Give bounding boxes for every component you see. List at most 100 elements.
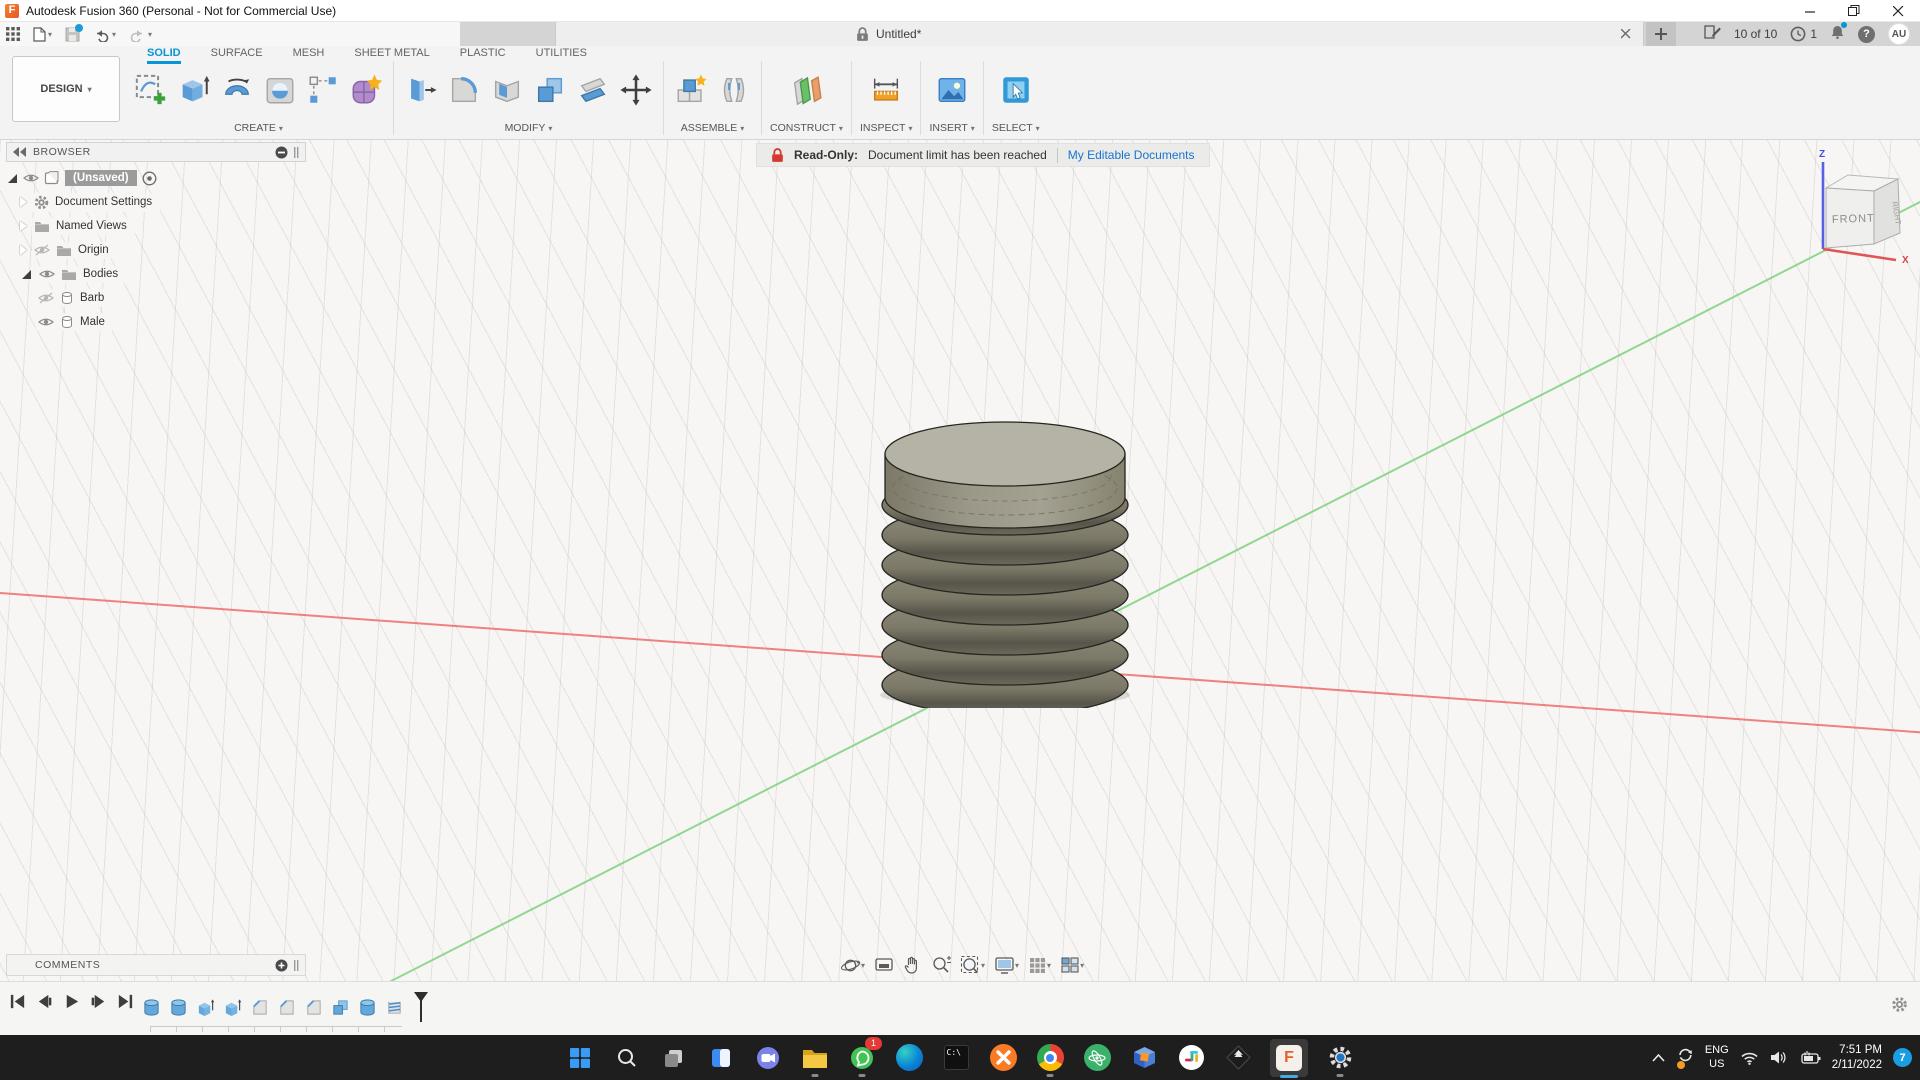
activate-radio-icon[interactable]: [142, 171, 157, 186]
construction-plane-icon[interactable]: [787, 71, 825, 109]
insert-group-label[interactable]: INSERT: [929, 122, 974, 134]
job-status[interactable]: 1: [1790, 26, 1817, 42]
disclosure-expanded-icon[interactable]: [20, 268, 32, 280]
edge-icon[interactable]: [894, 1038, 924, 1078]
editable-docs-icon[interactable]: [1704, 24, 1721, 45]
feature-chamfer-icon[interactable]: [304, 998, 323, 1017]
workspace-selector[interactable]: DESIGN: [12, 56, 120, 122]
xampp-icon[interactable]: [988, 1038, 1018, 1078]
app-launcher-grid-icon[interactable]: [6, 27, 20, 41]
feature-chamfer-icon[interactable]: [250, 998, 269, 1017]
comments-panel[interactable]: COMMENTS: [6, 954, 306, 976]
disclosure-collapsed-icon[interactable]: [20, 245, 27, 255]
timeline-position-marker[interactable]: [414, 992, 428, 1022]
inkscape-icon[interactable]: [1223, 1038, 1253, 1078]
file-menu-icon[interactable]: [33, 26, 52, 42]
fillet-icon[interactable]: [445, 71, 483, 109]
battery-icon[interactable]: [1799, 1050, 1821, 1065]
browser-item-document-settings[interactable]: Document Settings: [20, 190, 306, 214]
view-cube[interactable]: Z X FRONT RIGHT: [1806, 146, 1914, 266]
new-component-icon[interactable]: [672, 71, 710, 109]
revolve-icon[interactable]: [218, 71, 256, 109]
visibility-eye-icon[interactable]: [23, 172, 39, 184]
undo-icon[interactable]: [93, 27, 116, 42]
teams-chat-icon[interactable]: [753, 1038, 783, 1078]
collapse-panel-icon[interactable]: [13, 147, 27, 157]
panel-minus-icon[interactable]: [275, 146, 288, 159]
redo-icon[interactable]: [129, 27, 152, 42]
pan-icon[interactable]: [903, 955, 922, 975]
assemble-group-label[interactable]: ASSEMBLE: [681, 122, 745, 134]
panel-drag-handle[interactable]: [294, 146, 299, 158]
fit-icon[interactable]: [960, 955, 985, 975]
grid-snap-icon[interactable]: [1028, 956, 1051, 975]
step-forward-icon[interactable]: [89, 992, 108, 1011]
feature-combine-icon[interactable]: [331, 998, 350, 1017]
browser-item-root[interactable]: (Unsaved): [6, 166, 306, 190]
volume-icon[interactable]: [1770, 1050, 1788, 1065]
step-back-icon[interactable]: [35, 992, 54, 1011]
shell-icon[interactable]: [488, 71, 526, 109]
save-icon[interactable]: [65, 23, 84, 42]
fusion360-taskbar-icon[interactable]: F: [1270, 1038, 1308, 1078]
start-button[interactable]: [565, 1038, 595, 1078]
model-male-body[interactable]: [878, 408, 1132, 708]
wifi-icon[interactable]: [1740, 1051, 1759, 1065]
create-form-icon[interactable]: [347, 71, 385, 109]
pattern-icon[interactable]: [304, 71, 342, 109]
editable-documents-link[interactable]: My Editable Documents: [1068, 148, 1195, 162]
taskbar-clock[interactable]: 7:51 PM 2/11/2022: [1832, 1043, 1882, 1073]
settings-icon[interactable]: [1325, 1038, 1355, 1078]
modify-group-label[interactable]: MODIFY: [505, 122, 553, 134]
disclosure-collapsed-icon[interactable]: [20, 221, 27, 231]
measure-icon[interactable]: [867, 71, 905, 109]
tab-close-icon[interactable]: [1617, 25, 1635, 43]
visibility-eye-icon[interactable]: [38, 316, 54, 328]
display-settings-icon[interactable]: [994, 956, 1019, 975]
widgets-icon[interactable]: [706, 1038, 736, 1078]
whatsapp-icon[interactable]: 1: [847, 1036, 882, 1078]
panel-drag-handle[interactable]: [294, 959, 299, 971]
new-tab-icon[interactable]: [1646, 22, 1676, 46]
file-explorer-icon[interactable]: [800, 1038, 830, 1078]
feature-thread-icon[interactable]: [385, 998, 404, 1017]
document-tab[interactable]: Untitled*: [555, 22, 1644, 46]
browser-item-bodies[interactable]: Bodies: [20, 262, 306, 286]
task-view-icon[interactable]: [659, 1038, 689, 1078]
sync-icon[interactable]: [1676, 1046, 1694, 1069]
browser-item-origin[interactable]: Origin: [20, 238, 306, 262]
orbit-icon[interactable]: [840, 955, 865, 976]
close-icon[interactable]: [1876, 0, 1920, 22]
press-pull-icon[interactable]: [402, 71, 440, 109]
extrude-icon[interactable]: [175, 71, 213, 109]
zoom-icon[interactable]: [931, 955, 952, 975]
browser-item-named-views[interactable]: Named Views: [20, 214, 306, 238]
look-at-icon[interactable]: [874, 956, 894, 974]
language-indicator[interactable]: ENG US: [1705, 1044, 1729, 1072]
minimize-icon[interactable]: [1788, 0, 1832, 22]
hole-icon[interactable]: [261, 71, 299, 109]
viewports-icon[interactable]: [1060, 956, 1084, 974]
comments-add-icon[interactable]: [275, 959, 288, 972]
cube-app-icon[interactable]: [1129, 1038, 1159, 1078]
combine-icon[interactable]: [531, 71, 569, 109]
create-sketch-icon[interactable]: [132, 71, 170, 109]
select-icon[interactable]: [997, 71, 1035, 109]
atom-icon[interactable]: [1082, 1038, 1112, 1078]
browser-header[interactable]: BROWSER: [6, 142, 306, 162]
insert-canvas-icon[interactable]: [933, 71, 971, 109]
disclosure-collapsed-icon[interactable]: [20, 197, 27, 207]
terminal-icon[interactable]: C:\: [941, 1038, 971, 1078]
timeline-settings-gear-icon[interactable]: [1891, 996, 1908, 1013]
visibility-off-eye-icon[interactable]: [38, 292, 54, 304]
chrome-icon[interactable]: [1035, 1038, 1065, 1078]
notification-count-badge[interactable]: 7: [1893, 1048, 1912, 1067]
slack-icon[interactable]: [1176, 1038, 1206, 1078]
play-icon[interactable]: [62, 992, 81, 1011]
tray-chevron-icon[interactable]: [1652, 1053, 1665, 1062]
feature-cylinder-icon[interactable]: [358, 998, 377, 1017]
go-to-end-icon[interactable]: [116, 992, 135, 1011]
user-avatar[interactable]: AU: [1888, 23, 1910, 45]
feature-extrude-icon[interactable]: [223, 998, 242, 1017]
search-icon[interactable]: [612, 1038, 642, 1078]
